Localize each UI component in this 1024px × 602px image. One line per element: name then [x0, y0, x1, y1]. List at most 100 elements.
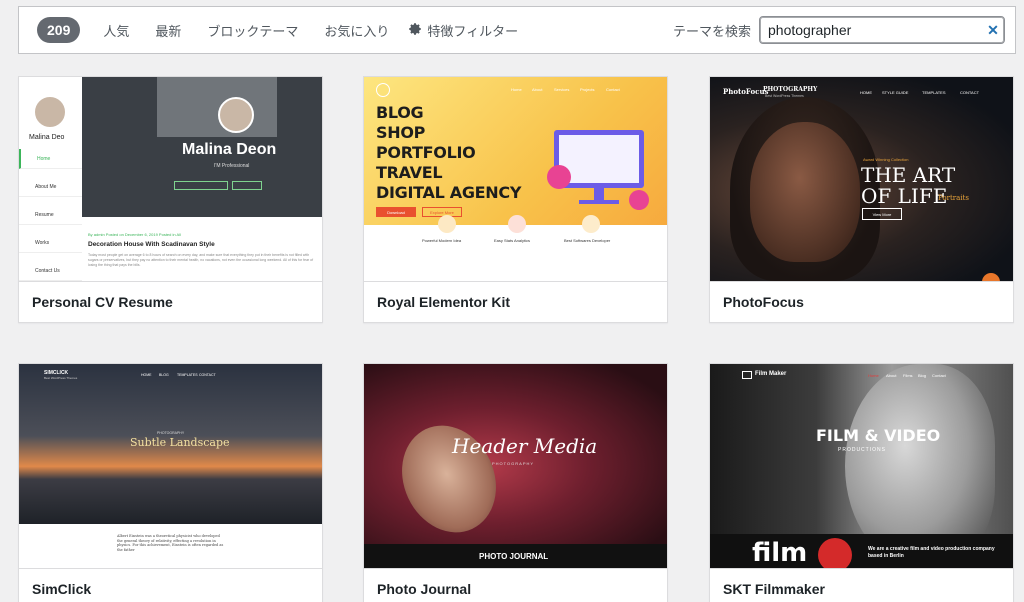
theme-card-personal-cv-resume[interactable]: Malina Deo Home About Me Resume Works Co… — [18, 76, 323, 323]
preview-nav-item: Contact — [606, 87, 620, 92]
preview-nav-item: TEMPLATES — [922, 90, 946, 95]
filter-link-block-themes[interactable]: ブロックテーマ — [207, 21, 298, 40]
preview-post-excerpt: Today most people get on average 6 to 8 … — [88, 253, 314, 267]
preview-nav-item: TEMPLATES — [177, 373, 198, 377]
preview-button: View More — [862, 208, 902, 220]
preview-title: Header Media — [452, 434, 598, 458]
preview-nav-item: Projects — [580, 87, 595, 92]
preview-kicker: PHOTOGRAPHY — [157, 431, 185, 435]
theme-name: Royal Elementor Kit — [377, 294, 511, 310]
preview-side-name: Malina Deo — [29, 134, 65, 141]
preview-nav-item: CONTACT — [960, 90, 980, 95]
theme-count-badge: 209 — [37, 17, 81, 43]
theme-name-bar: SimClick — [19, 568, 322, 602]
theme-card-photo-journal[interactable]: Header Media PHOTOGRAPHY PHOTO JOURNAL P… — [363, 363, 668, 602]
search-label: テーマを検索 — [672, 23, 751, 39]
theme-name-bar: Personal CV Resume — [19, 281, 322, 322]
theme-screenshot[interactable]: PhotoFocus PHOTOGRAPHY Best WordPress Th… — [710, 77, 1013, 281]
preview-accent: Portraits — [938, 194, 969, 202]
preview-post-meta: By admin Posted on December 6, 2019 Post… — [88, 232, 181, 237]
preview-nav-item: Home — [868, 373, 879, 378]
preview-nav-item: Works — [19, 233, 82, 253]
preview-nav-item: BLOG — [159, 373, 169, 377]
preview-headline: TRAVEL — [376, 163, 443, 182]
theme-screenshot[interactable]: SIMCLICK Best WordPress Themes HOME BLOG… — [19, 364, 322, 568]
theme-card-simclick[interactable]: SIMCLICK Best WordPress Themes HOME BLOG… — [18, 363, 323, 602]
theme-name-bar: Royal Elementor Kit — [364, 281, 667, 322]
preview-tagline: Best WordPress Themes — [44, 376, 78, 380]
logo-icon — [376, 83, 390, 97]
theme-name: Personal CV Resume — [32, 294, 173, 310]
theme-card-skt-filmmaker[interactable]: Film Maker Home About Films Blog Contact… — [709, 363, 1014, 602]
preview-tagline: Best WordPress Themes — [765, 94, 804, 98]
preview-feature: Powerful Modern Idea — [422, 238, 462, 243]
preview-nav-item: Contact — [932, 373, 946, 378]
preview-post-title: Decoration House With Scadinavan Style — [88, 241, 215, 248]
filter-links: 人気 最新 ブロックテーマ お気に入り — [90, 21, 402, 40]
filter-link-latest[interactable]: 最新 — [155, 21, 181, 40]
theme-card-royal-elementor-kit[interactable]: Home About Services Projects Contact BLO… — [363, 76, 668, 323]
clear-search-icon[interactable]: ✕ — [982, 22, 1004, 39]
preview-nav-item: About — [532, 87, 543, 92]
user-icon — [582, 215, 600, 233]
preview-nav-item: Blog — [918, 373, 927, 378]
film-icon — [742, 371, 752, 379]
idea-icon — [438, 215, 456, 233]
preview-hero-sub: I'M Professional — [214, 163, 250, 169]
preview-button: Download — [376, 207, 416, 217]
computer-illustration — [547, 130, 649, 210]
feature-filter-label: 特徴フィルター — [427, 23, 519, 39]
preview-kicker: Award Winning Collection — [863, 157, 909, 162]
theme-name-bar: SKT Filmmaker — [710, 568, 1013, 602]
preview-headline: SHOP — [376, 123, 426, 142]
preview-headline: PORTFOLIO — [376, 143, 476, 162]
theme-name: PhotoFocus — [723, 294, 804, 310]
theme-name: Photo Journal — [377, 581, 472, 597]
search-input[interactable] — [760, 22, 982, 38]
preview-subtitle: PRODUCTIONS — [838, 447, 886, 453]
preview-feature: Easy Stats Analytics — [494, 238, 531, 243]
preview-hero-name: Malina Deon — [182, 141, 277, 158]
preview-logo: PhotoFocus — [723, 87, 769, 96]
preview-nav-item: Home — [511, 87, 522, 92]
avatar — [33, 95, 67, 129]
preview-nav-item: Resume — [19, 205, 82, 225]
preview-nav-item: About — [886, 373, 897, 378]
gear-icon — [408, 22, 422, 39]
theme-name-bar: Photo Journal — [364, 568, 667, 602]
avatar — [218, 97, 254, 133]
preview-nav-item: HOME — [860, 90, 872, 95]
preview-feature: Best Softwares Developer — [564, 238, 611, 243]
preview-nav-item: HOME — [141, 373, 152, 377]
search-field: ✕ — [759, 16, 1005, 44]
preview-hero: Malina Deon I'M Professional — [82, 77, 322, 217]
theme-screenshot[interactable]: Film Maker Home About Films Blog Contact… — [710, 364, 1013, 568]
preview-title: FILM & VIDEO — [816, 426, 941, 445]
cart-icon — [508, 215, 526, 233]
preview-nav-item: Films — [903, 373, 913, 378]
preview-subtitle: PHOTOGRAPHY — [492, 461, 535, 466]
preview-nav-item: Home — [19, 149, 82, 169]
theme-screenshot[interactable]: Home About Services Projects Contact BLO… — [364, 77, 667, 281]
theme-screenshot[interactable]: Header Media PHOTOGRAPHY PHOTO JOURNAL — [364, 364, 667, 568]
portrait-image — [750, 122, 860, 262]
preview-big-word: film — [752, 538, 808, 568]
preview-sidebar: Malina Deo Home About Me Resume Works Co… — [19, 77, 82, 281]
theme-screenshot[interactable]: Malina Deo Home About Me Resume Works Co… — [19, 77, 322, 281]
preview-brand: PHOTOGRAPHY — [763, 86, 818, 93]
preview-nav-item: CONTACT — [199, 373, 216, 377]
preview-nav-item: About Me — [19, 177, 82, 197]
preview-post: By admin Posted on December 6, 2019 Post… — [82, 217, 322, 281]
feature-filter-button[interactable]: 特徴フィルター — [408, 21, 518, 40]
preview-nav-item: Contact Us — [19, 261, 82, 281]
preview-headline: OF LIFE — [861, 184, 948, 208]
preview-footer: PHOTO JOURNAL — [479, 552, 549, 561]
preview-body: Albert Einstein was a theoretical physic… — [117, 534, 224, 552]
preview-headline: DIGITAL AGENCY — [376, 183, 522, 202]
filter-link-favorites[interactable]: お気に入り — [324, 21, 389, 40]
theme-card-photofocus[interactable]: PhotoFocus PHOTOGRAPHY Best WordPress Th… — [709, 76, 1014, 323]
theme-filter-bar: 209 人気 最新 ブロックテーマ お気に入り 特徴フィルター テーマを検索 ✕ — [18, 6, 1016, 54]
play-icon — [818, 538, 852, 568]
filter-link-popular[interactable]: 人気 — [103, 21, 129, 40]
theme-name: SKT Filmmaker — [723, 581, 825, 597]
